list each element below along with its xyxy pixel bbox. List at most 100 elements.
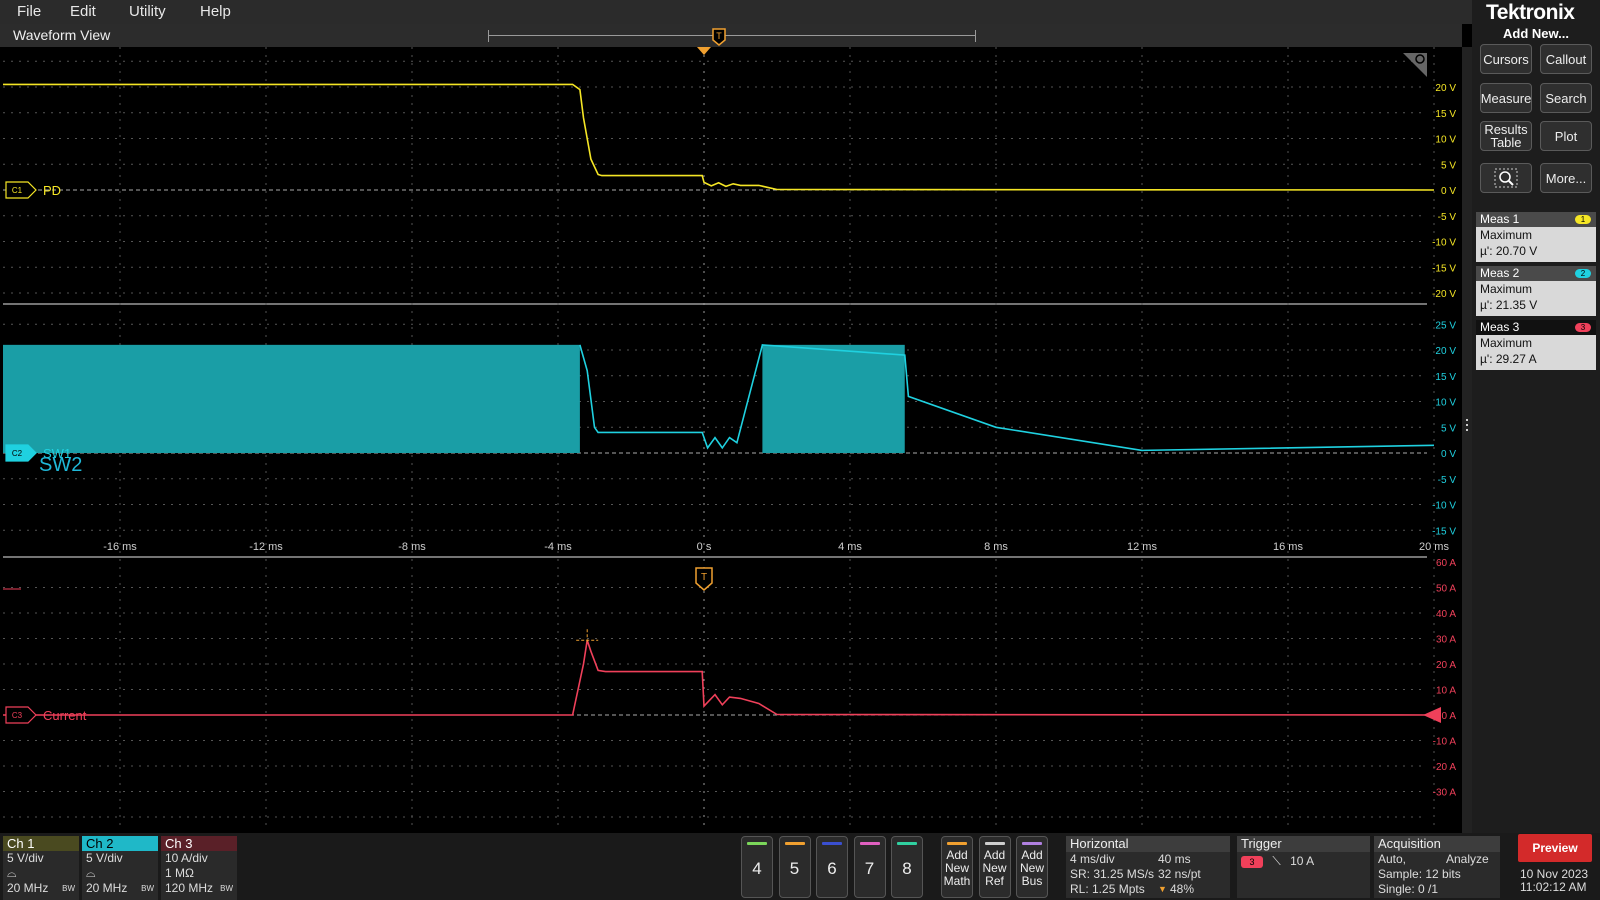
menu-help[interactable]: Help bbox=[200, 3, 231, 20]
channel-number: 4 bbox=[752, 859, 762, 878]
measurement-badge[interactable]: Meas 2 2 Maximum µ': 21.35 V bbox=[1476, 266, 1596, 316]
tektronix-logo: Tektronix bbox=[1486, 1, 1575, 24]
ch3-offset-tag[interactable]: C3 bbox=[5, 706, 37, 724]
sample-rate: SR: 31.25 MS/s bbox=[1070, 867, 1155, 881]
measurement-title: Meas 3 bbox=[1480, 320, 1520, 334]
channel-termination: 1 MΩ bbox=[165, 866, 194, 880]
measurement-channel-badge: 1 bbox=[1575, 215, 1591, 224]
ch2-switching-burst bbox=[3, 344, 580, 453]
more-button[interactable]: More... bbox=[1540, 163, 1592, 193]
amplitude-tick-label: -15 V bbox=[1432, 263, 1456, 274]
time-tick-label: -16 ms bbox=[103, 541, 137, 553]
measure-button[interactable]: Measure bbox=[1480, 83, 1532, 113]
amplitude-tick-label: 0 A bbox=[1442, 711, 1457, 722]
overview-trigger-marker: T bbox=[712, 28, 726, 46]
trigger-badge[interactable]: Trigger 3 ⟍ 10 A bbox=[1237, 836, 1370, 898]
trigger-marker-icon[interactable]: T bbox=[695, 567, 713, 591]
acquisition-mode: Auto, bbox=[1378, 852, 1407, 866]
type-label: Bus bbox=[1021, 874, 1043, 888]
ch3-tag-text: C3 bbox=[12, 711, 23, 720]
amplitude-tick-label: -15 V bbox=[1432, 526, 1456, 537]
add-channel-8-button[interactable]: 8 bbox=[891, 836, 923, 898]
amplitude-tick-label: 50 A bbox=[1436, 584, 1456, 595]
channel-number: 7 bbox=[864, 859, 875, 878]
amplitude-tick-label: 20 V bbox=[1435, 83, 1456, 94]
channel-badge-1[interactable]: Ch 15 V/div ⌓ 20 MHz BW bbox=[3, 836, 79, 900]
type-label: Ref bbox=[985, 874, 1004, 888]
add-new-math-button[interactable]: Add New Math bbox=[941, 836, 973, 898]
time-tick-label: -12 ms bbox=[249, 541, 283, 553]
measurement-type: Maximum bbox=[1480, 336, 1533, 350]
measurement-badge[interactable]: Meas 1 1 Maximum µ': 20.70 V bbox=[1476, 212, 1596, 262]
preview-status[interactable]: Preview bbox=[1518, 834, 1592, 862]
amplitude-tick-label: 15 V bbox=[1435, 372, 1456, 383]
menu-bar: File Edit Utility Help bbox=[0, 0, 1600, 24]
amplitude-tick-label: 10 V bbox=[1435, 135, 1456, 146]
bandwidth-limit-icon: BW bbox=[62, 884, 75, 893]
time-tick-label: 8 ms bbox=[984, 541, 1008, 553]
acquisition-badge[interactable]: Acquisition Auto, Analyze Sample: 12 bits… bbox=[1374, 836, 1500, 898]
measurement-value: µ': 29.27 A bbox=[1480, 352, 1537, 366]
measurement-value: µ': 21.35 V bbox=[1480, 298, 1538, 312]
results-table-button[interactable]: Results Table bbox=[1480, 121, 1532, 151]
waveform-trace-SW1 bbox=[579, 344, 1435, 452]
channel-scale: 5 V/div bbox=[7, 851, 44, 865]
channel-bandwidth: 20 MHz bbox=[7, 881, 49, 895]
menu-edit[interactable]: Edit bbox=[70, 3, 96, 20]
channel-badge-2[interactable]: Ch 25 V/div ⌓ 20 MHz BW bbox=[82, 836, 158, 900]
add-channel-7-button[interactable]: 7 bbox=[853, 836, 886, 898]
ch1-offset-tag[interactable]: C1 bbox=[5, 181, 37, 199]
amplitude-tick-label: 5 V bbox=[1441, 423, 1456, 434]
measurement-badge[interactable]: Meas 3 3 Maximum µ': 29.27 A bbox=[1476, 320, 1596, 370]
waveform-trace-PD bbox=[3, 83, 1435, 191]
time-tick-label: 12 ms bbox=[1127, 541, 1157, 553]
add-new-bus-button[interactable]: Add New Bus bbox=[1016, 836, 1048, 898]
trigger-level-marker[interactable] bbox=[1423, 707, 1441, 723]
channel-bandwidth: 120 MHz bbox=[165, 881, 214, 895]
time-tick-label: -4 ms bbox=[544, 541, 572, 553]
menu-utility[interactable]: Utility bbox=[129, 3, 166, 20]
channel-scale: 10 A/div bbox=[165, 851, 208, 865]
channel-badge-3[interactable]: Ch 3 10 A/div 1 MΩ 120 MHz BW bbox=[161, 836, 237, 900]
add-new-heading: Add New... bbox=[1503, 26, 1569, 41]
add-channel-5-button[interactable]: 5 bbox=[778, 836, 811, 898]
trigger-level: 10 A bbox=[1290, 854, 1315, 868]
horizontal-badge[interactable]: Horizontal 4 ms/div 40 ms SR: 31.25 MS/s 3… bbox=[1066, 836, 1230, 898]
callout-button[interactable]: Callout bbox=[1540, 44, 1592, 74]
waveforms bbox=[3, 83, 1435, 716]
add-channel-4-button[interactable]: 4 bbox=[741, 836, 773, 898]
amplitude-tick-label: 25 V bbox=[1435, 320, 1456, 331]
waveform-plot[interactable]: -16 ms -12 ms -8 ms -4 ms 0 s 4 ms 8 ms 12 ms 16… bbox=[3, 47, 1460, 827]
amplitude-tick-label: 40 A bbox=[1436, 609, 1456, 620]
amplitude-tick-label: 10 A bbox=[1436, 686, 1456, 697]
acquisition-title: Acquisition bbox=[1374, 836, 1500, 852]
measurement-title: Meas 1 bbox=[1480, 212, 1520, 226]
acquisition-analyze: Analyze bbox=[1446, 852, 1489, 866]
record-overview-bar[interactable] bbox=[488, 30, 976, 42]
panel-splitter[interactable] bbox=[1462, 47, 1472, 833]
measurement-channel-badge: 3 bbox=[1575, 323, 1591, 332]
amplitude-tick-label: 20 A bbox=[1436, 660, 1456, 671]
search-button[interactable]: Search bbox=[1540, 83, 1592, 113]
single-count: Single: 0 /1 bbox=[1378, 882, 1439, 896]
zoom-button[interactable] bbox=[1480, 163, 1532, 193]
add-new-ref-button[interactable]: Add New Ref bbox=[978, 836, 1011, 898]
channel-name: Ch 2 bbox=[82, 836, 158, 851]
trigger-position-marker[interactable] bbox=[697, 47, 711, 55]
menu-file[interactable]: File bbox=[17, 3, 41, 20]
svg-text:T: T bbox=[701, 572, 707, 583]
time-per-point: 32 ns/pt bbox=[1158, 867, 1201, 881]
time-tick-label: 16 ms bbox=[1273, 541, 1303, 553]
trigger-title: Trigger bbox=[1237, 836, 1370, 852]
horizontal-duration: 40 ms bbox=[1158, 852, 1191, 866]
cursors-button[interactable]: Cursors bbox=[1480, 44, 1532, 74]
add-channel-6-button[interactable]: 6 bbox=[816, 836, 848, 898]
trigger-position: 48% bbox=[1170, 882, 1195, 896]
probe-icon: ⌓ bbox=[86, 866, 96, 880]
channel-bandwidth: 20 MHz bbox=[86, 881, 128, 895]
ch2-switching-burst bbox=[762, 344, 905, 453]
bandwidth-limit-icon: BW bbox=[141, 884, 154, 893]
plot-button[interactable]: Plot bbox=[1540, 121, 1592, 151]
bandwidth-limit-icon: BW bbox=[220, 884, 233, 893]
zoom-corner-icon[interactable] bbox=[1403, 53, 1427, 77]
